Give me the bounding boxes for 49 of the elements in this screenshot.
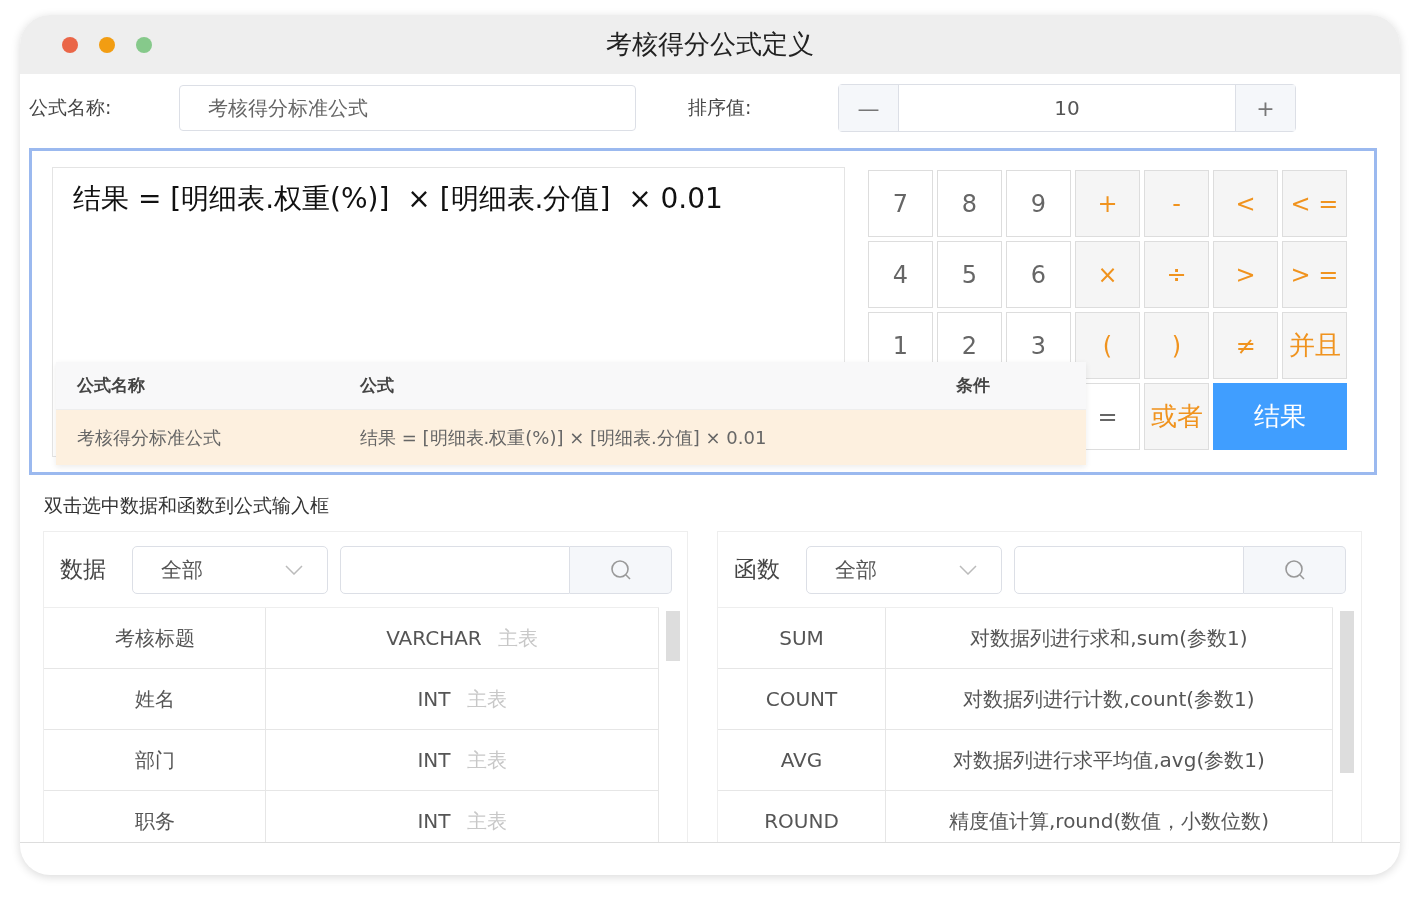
field-label: 公式名称: xyxy=(29,95,113,120)
table-cell: 精度值计算,round(数值，小数位数) xyxy=(886,791,1333,842)
window-title: 考核得分公式定义 xyxy=(606,28,814,61)
table-cell: 考核标题 xyxy=(44,608,266,668)
column-header: 公式名称 xyxy=(76,374,146,397)
search-button[interactable] xyxy=(1244,545,1346,594)
table-cell: 部门 xyxy=(44,730,266,790)
table-cell: 姓名 xyxy=(44,669,266,729)
hint-text: 双击选中数据和函数到公式输入框 xyxy=(44,493,330,518)
number-stepper[interactable]: — 10 + xyxy=(838,84,1296,132)
chevron-down-icon xyxy=(285,564,303,575)
stepper-value: 10 xyxy=(1053,95,1081,122)
table-cell: SUM xyxy=(718,608,886,668)
increment-button[interactable]: + xyxy=(1235,85,1295,131)
filter-dropdown[interactable]: 全部 xyxy=(806,545,1002,594)
table-cell: AVG xyxy=(718,730,886,790)
search-field[interactable] xyxy=(1014,545,1244,594)
panel-title: 函数 xyxy=(734,555,781,584)
keypad-key[interactable]: 8 xyxy=(937,170,1002,237)
scrollbar-thumb[interactable] xyxy=(1340,611,1354,773)
keypad-key[interactable]: 4 xyxy=(868,241,933,308)
keypad-key[interactable]: 6 xyxy=(1006,241,1071,308)
close-icon[interactable] xyxy=(62,36,78,53)
keypad-key[interactable]: 5 xyxy=(937,241,1002,308)
search-field[interactable] xyxy=(340,545,570,594)
keypad-key[interactable]: 结果 xyxy=(1213,383,1347,450)
keypad-key[interactable]: 7 xyxy=(868,170,933,237)
search-button[interactable] xyxy=(570,545,672,594)
minimize-icon[interactable] xyxy=(99,36,115,53)
table-cell: ROUND xyxy=(718,791,886,842)
field-label: 排序值: xyxy=(688,95,753,120)
table-cell: 对数据列进行计数,count(参数1) xyxy=(886,669,1333,729)
scrollbar-thumb[interactable] xyxy=(666,611,680,661)
search-icon xyxy=(609,558,632,581)
decrement-button[interactable]: — xyxy=(839,85,899,131)
chevron-down-icon xyxy=(959,564,977,575)
maximize-icon[interactable] xyxy=(136,36,152,53)
table-cell: 对数据列进行求和,sum(参数1) xyxy=(886,608,1333,668)
formula-option[interactable]: 考核得分标准公式 结果 = [明细表.权重(%)] × [明细表.分值] × 0.01 xyxy=(56,410,1086,465)
column-header: 公式 xyxy=(360,374,395,397)
table-cell: 职务 xyxy=(44,791,266,842)
table-cell: 对数据列进行求平均值,avg(参数1) xyxy=(886,730,1333,790)
keypad-key[interactable]: 9 xyxy=(1006,170,1071,237)
table-cell: COUNT xyxy=(718,669,886,729)
search-icon xyxy=(1283,558,1306,581)
filter-dropdown[interactable]: 全部 xyxy=(132,545,328,594)
panel-title: 数据 xyxy=(60,555,107,584)
formula-text: 结果 = [明细表.权重(%)] × [明细表.分值] × 0.01 xyxy=(73,182,723,215)
name-field[interactable]: 考核得分标准公式 xyxy=(179,85,636,131)
